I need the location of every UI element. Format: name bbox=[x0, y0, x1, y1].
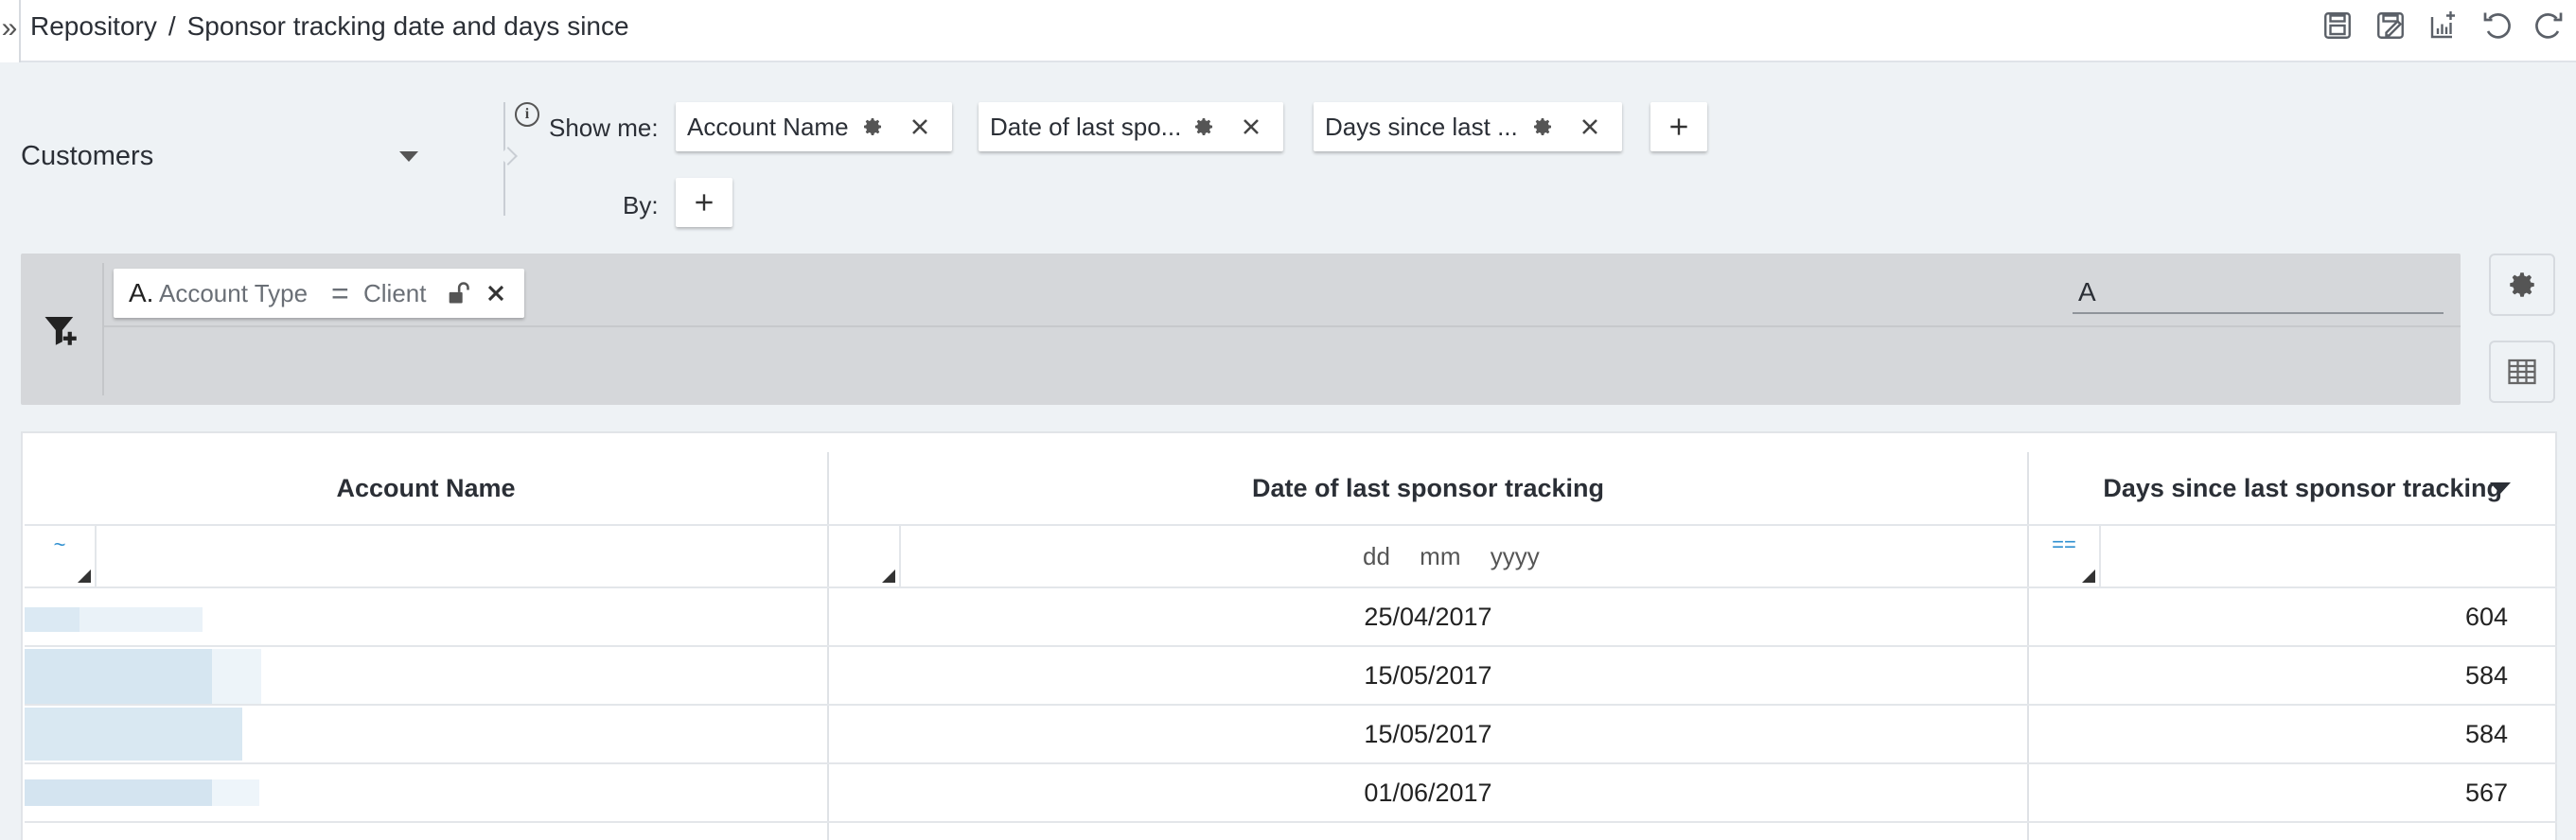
redacted-block bbox=[212, 649, 261, 704]
column-filter-input[interactable] bbox=[2103, 526, 2557, 586]
redo-icon[interactable] bbox=[2523, 4, 2576, 47]
date-cell: 01/06/2017 bbox=[1364, 779, 1492, 807]
save-icon[interactable] bbox=[2311, 4, 2364, 47]
redacted-block bbox=[212, 779, 259, 806]
by-label: By: bbox=[623, 191, 659, 219]
redacted-block bbox=[79, 607, 203, 632]
results-table: Account Name Date of last sponsor tracki… bbox=[21, 431, 2557, 840]
add-filter-icon[interactable] bbox=[42, 310, 81, 350]
redacted-block bbox=[25, 649, 214, 704]
sort-descending-icon[interactable] bbox=[2489, 481, 2512, 496]
date-day-placeholder: dd bbox=[1363, 542, 1390, 570]
field-chip-label: Date of last spo... bbox=[990, 113, 1182, 141]
column-filter-days: == bbox=[2029, 526, 2557, 586]
plus-icon bbox=[696, 194, 713, 211]
close-icon[interactable] bbox=[483, 280, 509, 306]
undo-icon[interactable] bbox=[2470, 4, 2523, 47]
field-chip-label: Days since last ... bbox=[1325, 113, 1518, 141]
column-header-account-name[interactable]: Account Name bbox=[25, 452, 827, 524]
corner-resize-icon bbox=[2082, 569, 2095, 583]
field-chip-date-of-last-sponsor[interactable]: Date of last spo... bbox=[979, 102, 1283, 151]
close-icon[interactable] bbox=[907, 114, 933, 140]
filter-value: Client bbox=[363, 279, 427, 307]
plus-icon bbox=[1670, 118, 1687, 135]
settings-button[interactable] bbox=[2489, 254, 2555, 316]
add-field-button[interactable] bbox=[1650, 102, 1707, 151]
redacted-block bbox=[25, 779, 214, 806]
redacted-block bbox=[25, 708, 242, 761]
top-bar: » Repository / Sponsor tracking date and d… bbox=[0, 0, 2576, 62]
source-object-select[interactable]: Customers bbox=[21, 132, 418, 180]
add-grouping-button[interactable] bbox=[676, 178, 732, 227]
column-filter-date: dd mm yyyy bbox=[829, 526, 2027, 586]
filter-bar: A. Account Type = Client A bbox=[21, 254, 2461, 405]
add-chart-icon[interactable] bbox=[2417, 4, 2470, 47]
filter-operator-button[interactable]: ~ bbox=[25, 526, 97, 586]
report-toolbar bbox=[2311, 4, 2576, 47]
expand-panel-icon[interactable]: » bbox=[0, 0, 21, 62]
breadcrumb-repository-link[interactable]: Repository bbox=[30, 11, 157, 41]
column-header-label: Days since last sponsor tracking bbox=[2103, 473, 2502, 502]
column-header-days-since-last-sponsor-tracking[interactable]: Days since last sponsor tracking bbox=[2029, 452, 2502, 524]
date-cell: 15/05/2017 bbox=[1364, 661, 1492, 690]
column-filter-input[interactable] bbox=[98, 526, 827, 586]
corner-resize-icon bbox=[78, 569, 91, 583]
days-cell: 584 bbox=[2464, 720, 2508, 748]
save-as-icon[interactable] bbox=[2364, 4, 2417, 47]
breadcrumb-separator: / bbox=[168, 11, 176, 41]
row-divider bbox=[25, 821, 2557, 823]
column-filter-account-name: ~ bbox=[25, 526, 827, 586]
gear-icon[interactable] bbox=[1192, 115, 1215, 138]
date-year-placeholder: yyyy bbox=[1490, 542, 1540, 570]
gear-icon[interactable] bbox=[1531, 115, 1554, 138]
query-divider-notch bbox=[499, 147, 518, 166]
table-view-button[interactable] bbox=[2489, 341, 2555, 403]
filter-row-divider bbox=[104, 325, 2461, 327]
breadcrumb-current-report: Sponsor tracking date and days since bbox=[186, 11, 629, 41]
date-cell: 15/05/2017 bbox=[1364, 720, 1492, 748]
date-filter-input[interactable]: dd mm yyyy bbox=[1351, 526, 1551, 586]
filter-chip-account-type[interactable]: A. Account Type = Client bbox=[114, 269, 524, 318]
date-cell: 25/04/2017 bbox=[1364, 603, 1492, 631]
show-me-label: Show me: bbox=[549, 114, 659, 142]
corner-resize-icon bbox=[882, 569, 895, 583]
table-icon bbox=[2508, 359, 2536, 385]
filter-logic-input[interactable]: A bbox=[2073, 271, 2444, 314]
gear-icon bbox=[2510, 272, 2534, 297]
gear-icon[interactable] bbox=[861, 115, 884, 138]
column-header-date-of-last-sponsor-tracking[interactable]: Date of last sponsor tracking bbox=[829, 452, 2027, 524]
filter-operator: = bbox=[331, 276, 349, 310]
close-icon[interactable] bbox=[1577, 114, 1603, 140]
chevron-down-icon bbox=[399, 151, 418, 162]
field-chip-label: Account Name bbox=[687, 113, 849, 141]
breadcrumb: Repository / Sponsor tracking date and day… bbox=[30, 8, 629, 45]
days-cell: 584 bbox=[2464, 661, 2508, 690]
filter-operator-label: == bbox=[2052, 533, 2076, 556]
filter-operator-label: ~ bbox=[53, 533, 66, 556]
date-month-placeholder: mm bbox=[1420, 542, 1461, 570]
filter-operator-button[interactable] bbox=[829, 526, 901, 586]
unlock-icon[interactable] bbox=[445, 280, 471, 306]
source-object-value: Customers bbox=[21, 141, 154, 171]
filter-letter: A. bbox=[129, 278, 154, 307]
days-cell: 567 bbox=[2464, 779, 2508, 807]
filter-operator-button[interactable]: == bbox=[2029, 526, 2101, 586]
field-chip-account-name[interactable]: Account Name bbox=[676, 102, 952, 151]
filter-field: Account Type bbox=[159, 279, 309, 307]
field-chip-days-since-last[interactable]: Days since last ... bbox=[1314, 102, 1622, 151]
info-icon[interactable]: i bbox=[515, 102, 539, 127]
filter-separator bbox=[102, 263, 104, 395]
close-icon[interactable] bbox=[1238, 114, 1264, 140]
days-cell: 604 bbox=[2464, 603, 2508, 631]
